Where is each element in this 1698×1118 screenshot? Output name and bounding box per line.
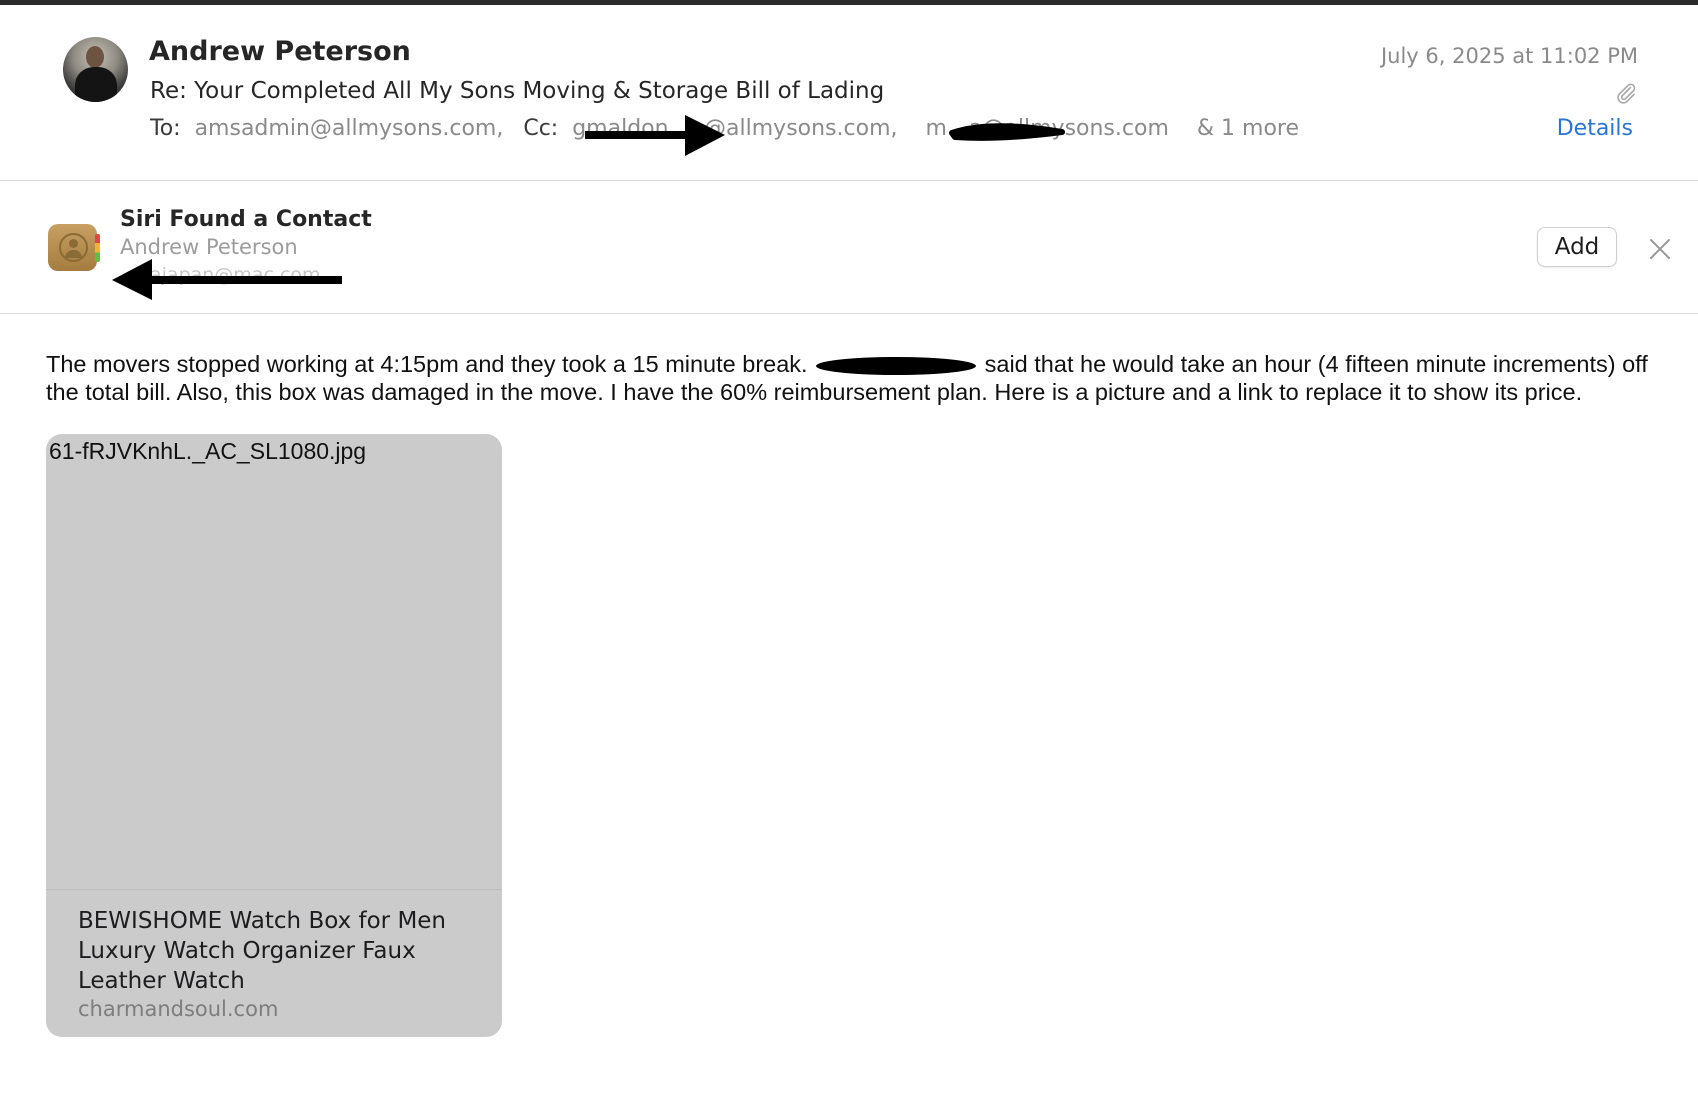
siri-divider	[0, 313, 1698, 314]
more-recipients[interactable]: & 1 more	[1197, 116, 1299, 141]
contact-silhouette	[59, 233, 88, 262]
email-date: July 6, 2025 at 11:02 PM	[1380, 44, 1638, 68]
avatar-body	[75, 67, 117, 102]
contacts-app-icon	[48, 224, 100, 271]
to-recipient[interactable]: amsadmin@allmysons.com,	[195, 116, 504, 141]
header-divider	[0, 180, 1698, 181]
siri-contact-name: Andrew Peterson	[120, 235, 298, 259]
recipients-row: To: amsadmin@allmysons.com, Cc: gmaldon…o@a…	[150, 116, 1299, 141]
link-domain: charmandsoul.com	[78, 997, 279, 1021]
sender-name[interactable]: Andrew Peterson	[149, 36, 411, 67]
email-arrowhead	[112, 259, 152, 300]
email-subject: Re: Your Completed All My Sons Moving & …	[150, 78, 885, 104]
cc-label: Cc:	[523, 116, 559, 141]
attachment-filename: 61-fRJVKnhL._AC_SL1080.jpg	[49, 438, 367, 464]
paperclip-icon[interactable]	[1614, 81, 1638, 105]
redaction-mark	[816, 356, 977, 375]
card-divider	[46, 889, 502, 890]
sender-avatar[interactable]	[63, 37, 128, 102]
details-link[interactable]: Details	[1557, 116, 1633, 141]
add-contact-button[interactable]: Add	[1537, 227, 1617, 267]
close-icon[interactable]	[1648, 237, 1672, 261]
cc-recipient-2[interactable]: m…a@allmysons.com	[926, 116, 1169, 141]
avatar-head	[86, 46, 104, 68]
siri-contact-email: ajapan@mac.com	[150, 264, 321, 286]
link-preview-card[interactable]: 61-fRJVKnhL._AC_SL1080.jpg BEWISHOME Wat…	[46, 434, 502, 1037]
message-body: The movers stopped working at 4:15pm and…	[46, 350, 1656, 406]
body-text-before: The movers stopped working at 4:15pm and…	[46, 351, 808, 377]
link-title: BEWISHOME Watch Box for Men Luxury Watch…	[78, 908, 447, 994]
to-label: To:	[150, 116, 181, 141]
siri-suggestion-title: Siri Found a Contact	[120, 207, 372, 232]
cc-recipient-1[interactable]: gmaldon…o@allmysons.com,	[572, 116, 897, 141]
contacts-tabs	[95, 234, 100, 262]
